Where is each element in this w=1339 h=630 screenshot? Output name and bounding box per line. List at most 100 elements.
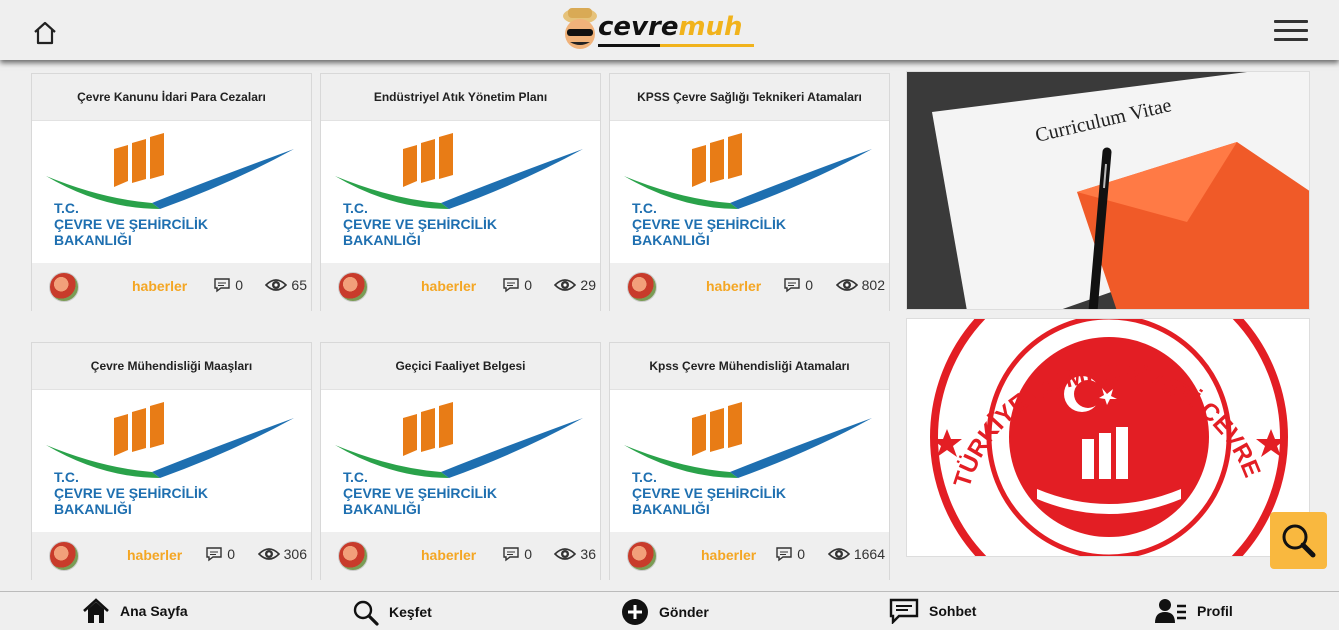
mascot-icon	[563, 8, 597, 49]
post-card[interactable]: Endüstriyel Atık Yönetim Planı T.C. ÇEVR…	[320, 73, 601, 311]
eye-icon	[827, 548, 850, 560]
comment-icon	[206, 547, 222, 562]
comment-count[interactable]: 0	[775, 546, 805, 562]
view-count: 65	[265, 277, 307, 293]
ministry-logo-icon: T.C. ÇEVRE VE ŞEHİRCİLİK BAKANLIĞI	[46, 402, 294, 517]
svg-text:T.C.: T.C.	[54, 200, 79, 216]
author-avatar[interactable]	[627, 272, 657, 302]
post-title[interactable]: Endüstriyel Atık Yönetim Planı	[321, 74, 600, 121]
category-link[interactable]: haberler	[421, 278, 476, 294]
author-avatar[interactable]	[338, 272, 368, 302]
comment-icon	[784, 278, 800, 293]
post-thumbnail[interactable]: T.C. ÇEVRE VE ŞEHİRCİLİK BAKANLIĞI	[610, 390, 889, 532]
author-avatar[interactable]	[49, 272, 79, 302]
ministry-logo-icon: T.C. ÇEVRE VE ŞEHİRCİLİK BAKANLIĞI	[335, 402, 583, 517]
nav-chat[interactable]: Sohbet	[889, 598, 976, 624]
eye-icon	[265, 279, 288, 291]
nav-home-label: Ana Sayfa	[120, 603, 188, 619]
post-thumbnail[interactable]: T.C. ÇEVRE VE ŞEHİRCİLİK BAKANLIĞI	[321, 390, 600, 532]
post-footer: haberler 0 802	[610, 263, 889, 311]
svg-text:T.C.: T.C.	[343, 469, 368, 485]
comment-count[interactable]: 0	[205, 546, 235, 562]
category-link[interactable]: haberler	[127, 547, 182, 563]
search-fab-button[interactable]	[1270, 512, 1327, 569]
post-card[interactable]: Çevre Kanunu İdari Para Cezaları T.C. ÇE…	[31, 73, 312, 311]
hamburger-menu-button[interactable]	[1274, 20, 1308, 44]
post-title[interactable]: Kpss Çevre Mühendisliği Atamaları	[610, 343, 889, 390]
svg-text:ÇEVRE VE ŞEHİRCİLİK: ÇEVRE VE ŞEHİRCİLİK	[343, 216, 497, 232]
post-title[interactable]: Çevre Mühendisliği Maaşları	[32, 343, 311, 390]
comment-icon	[214, 278, 230, 293]
post-thumbnail[interactable]: T.C. ÇEVRE VE ŞEHİRCİLİK BAKANLIĞI	[32, 121, 311, 263]
view-count: 36	[554, 546, 596, 562]
profile-icon	[1155, 599, 1186, 623]
home-button[interactable]	[30, 18, 60, 48]
post-thumbnail[interactable]: T.C. ÇEVRE VE ŞEHİRCİLİK BAKANLIĞI	[32, 390, 311, 532]
post-title[interactable]: Çevre Kanunu İdari Para Cezaları	[32, 74, 311, 121]
ministry-seal-image[interactable]: TÜRKİYE CUMHURİYETİ ÇEVRE VE ŞEHİRCİLİK …	[906, 318, 1310, 557]
nav-post-label: Gönder	[659, 604, 709, 620]
search-icon	[353, 600, 379, 626]
nav-profile[interactable]: Profil	[1155, 598, 1233, 624]
nav-home[interactable]: Ana Sayfa	[82, 598, 188, 624]
site-logo[interactable]: cevremuh	[560, 4, 760, 58]
svg-text:BAKANLIĞI: BAKANLIĞI	[343, 500, 421, 517]
post-thumbnail[interactable]: T.C. ÇEVRE VE ŞEHİRCİLİK BAKANLIĞI	[610, 121, 889, 263]
svg-text:BAKANLIĞI: BAKANLIĞI	[632, 231, 710, 248]
view-count: 29	[554, 277, 596, 293]
svg-text:ÇEVRE VE ŞEHİRCİLİK: ÇEVRE VE ŞEHİRCİLİK	[54, 216, 208, 232]
svg-text:T.C.: T.C.	[632, 469, 657, 485]
post-card[interactable]: KPSS Çevre Sağlığı Teknikeri Atamaları T…	[609, 73, 890, 311]
post-title[interactable]: Geçici Faaliyet Belgesi	[321, 343, 600, 390]
home-icon	[83, 598, 109, 623]
comment-icon	[503, 547, 519, 562]
home-icon	[34, 21, 56, 45]
svg-text:BAKANLIĞI: BAKANLIĞI	[343, 231, 421, 248]
svg-text:T.C.: T.C.	[632, 200, 657, 216]
hamburger-menu-icon	[1274, 20, 1308, 23]
cv-image[interactable]: Curriculum Vitae	[906, 71, 1310, 310]
author-avatar[interactable]	[49, 541, 79, 571]
top-bar: cevremuh	[0, 0, 1339, 60]
chat-icon	[889, 598, 919, 624]
cv-illustration: Curriculum Vitae	[907, 72, 1309, 309]
category-link[interactable]: haberler	[421, 547, 476, 563]
author-avatar[interactable]	[627, 541, 657, 571]
eye-icon	[835, 279, 858, 291]
svg-text:T.C.: T.C.	[343, 200, 368, 216]
search-icon	[1282, 524, 1316, 558]
post-thumbnail[interactable]: T.C. ÇEVRE VE ŞEHİRCİLİK BAKANLIĞI	[321, 121, 600, 263]
category-link[interactable]: haberler	[701, 547, 756, 563]
nav-profile-label: Profil	[1197, 603, 1233, 619]
nav-explore[interactable]: Keşfet	[351, 598, 432, 626]
comment-icon	[503, 278, 519, 293]
post-footer: haberler 0 36	[321, 532, 600, 580]
ministry-seal-icon: TÜRKİYE CUMHURİYETİ ÇEVRE VE ŞEHİRCİLİK …	[907, 319, 1288, 556]
post-footer: haberler 0 29	[321, 263, 600, 311]
logo-text-dark: cevre	[598, 12, 679, 42]
comment-count[interactable]: 0	[783, 277, 813, 293]
nav-chat-label: Sohbet	[929, 603, 977, 619]
post-card[interactable]: Geçici Faaliyet Belgesi T.C. ÇEVRE VE ŞE…	[320, 342, 601, 580]
view-count: 1664	[827, 546, 885, 562]
post-card[interactable]: Çevre Mühendisliği Maaşları T.C. ÇEVRE V…	[31, 342, 312, 580]
ministry-logo-icon: T.C. ÇEVRE VE ŞEHİRCİLİK BAKANLIĞI	[46, 133, 294, 248]
ministry-logo-icon: T.C. ÇEVRE VE ŞEHİRCİLİK BAKANLIĞI	[624, 402, 872, 517]
logo-underline-accent	[660, 44, 754, 47]
author-avatar[interactable]	[338, 541, 368, 571]
logo-text-accent: muh	[678, 12, 743, 42]
post-card[interactable]: Kpss Çevre Mühendisliği Atamaları T.C. Ç…	[609, 342, 890, 580]
category-link[interactable]: haberler	[132, 278, 187, 294]
plus-circle-icon	[622, 599, 648, 625]
nav-post[interactable]: Gönder	[621, 598, 709, 626]
category-link[interactable]: haberler	[706, 278, 761, 294]
comment-count[interactable]: 0	[502, 546, 532, 562]
bottom-navigation: Ana Sayfa Keşfet Gönder Sohbet Profil	[0, 591, 1339, 630]
post-footer: haberler 0 65	[32, 263, 311, 311]
post-title[interactable]: KPSS Çevre Sağlığı Teknikeri Atamaları	[610, 74, 889, 121]
comment-count[interactable]: 0	[502, 277, 532, 293]
ministry-logo-icon: T.C. ÇEVRE VE ŞEHİRCİLİK BAKANLIĞI	[335, 133, 583, 248]
svg-text:ÇEVRE VE ŞEHİRCİLİK: ÇEVRE VE ŞEHİRCİLİK	[54, 485, 208, 501]
comment-count[interactable]: 0	[213, 277, 243, 293]
svg-text:ÇEVRE VE ŞEHİRCİLİK: ÇEVRE VE ŞEHİRCİLİK	[632, 216, 786, 232]
